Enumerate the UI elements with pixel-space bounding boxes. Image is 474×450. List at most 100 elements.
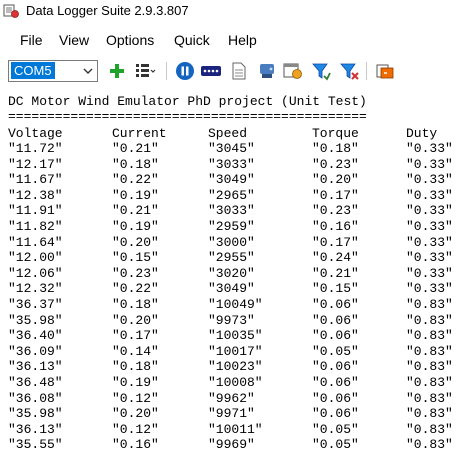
log-row: "36.08" "0.12" "9962" "0.06" "0.83" xyxy=(6,391,472,406)
cell-duty: "0.33" xyxy=(406,265,453,281)
cell-speed: "3049" xyxy=(208,281,255,297)
log-output[interactable]: DC Motor Wind Emulator PhD project (Unit… xyxy=(6,94,472,450)
cell-current: "0.21" xyxy=(112,203,159,219)
log-row: "36.13" "0.12" "10011" "0.05" "0.83" xyxy=(6,422,472,437)
chevron-down-icon[interactable] xyxy=(78,61,97,81)
cell-torque: "0.16" xyxy=(312,219,359,234)
log-row: "35.98" "0.20" "9971" "0.06" "0.83" xyxy=(6,406,472,421)
cell-torque: "0.23" xyxy=(312,156,359,172)
port-icon[interactable] xyxy=(200,60,222,82)
cell-current: "0.12" xyxy=(112,390,159,406)
log-header-row: Voltage Current Speed Torque Duty xyxy=(6,126,472,141)
column-header-voltage: Voltage xyxy=(8,126,63,141)
cell-torque: "0.21" xyxy=(312,265,359,281)
cell-torque: "0.20" xyxy=(312,172,359,188)
cell-voltage: "11.64" xyxy=(8,234,63,250)
filter-remove-icon[interactable] xyxy=(338,60,360,82)
cell-duty: "0.83" xyxy=(406,421,453,437)
add-icon[interactable] xyxy=(106,60,128,82)
cell-voltage: "36.48" xyxy=(8,375,63,390)
cell-duty: "0.33" xyxy=(406,281,453,297)
menu-options[interactable]: Options xyxy=(106,32,154,48)
cell-voltage: "12.00" xyxy=(8,250,63,266)
cell-speed: "3000" xyxy=(208,234,255,250)
cell-current: "0.19" xyxy=(112,219,159,234)
cell-voltage: "11.91" xyxy=(8,203,63,219)
cell-duty: "0.83" xyxy=(406,328,453,344)
export-icon[interactable] xyxy=(374,60,396,82)
cell-current: "0.22" xyxy=(112,172,159,188)
cell-current: "0.14" xyxy=(112,343,159,359)
app-logo-icon xyxy=(3,3,19,19)
cell-duty: "0.83" xyxy=(406,343,453,359)
cell-voltage: "35.98" xyxy=(8,312,63,328)
log-separator: ========================================… xyxy=(8,109,367,124)
cell-voltage: "35.98" xyxy=(8,406,63,422)
cell-duty: "0.83" xyxy=(406,406,453,422)
cell-speed: "3033" xyxy=(208,203,255,219)
cell-voltage: "36.37" xyxy=(8,297,63,312)
cell-speed: "9962" xyxy=(208,390,255,406)
menu-view[interactable]: View xyxy=(59,32,89,48)
cell-speed: "10017" xyxy=(208,343,263,359)
toolbar: COM5 xyxy=(0,58,474,86)
cell-duty: "0.33" xyxy=(406,141,453,156)
cell-current: "0.20" xyxy=(112,312,159,328)
cell-torque: "0.05" xyxy=(312,437,359,450)
cell-speed: "3049" xyxy=(208,172,255,188)
window-title: Data Logger Suite 2.9.3.807 xyxy=(26,3,189,18)
cell-torque: "0.06" xyxy=(312,359,359,375)
cell-speed: "9973" xyxy=(208,312,255,328)
pause-icon[interactable] xyxy=(174,60,196,82)
log-row: "12.38" "0.19" "2965" "0.17" "0.33" xyxy=(6,188,472,203)
toolbar-separator xyxy=(166,62,167,80)
menu-help[interactable]: Help xyxy=(228,32,257,48)
cell-current: "0.18" xyxy=(112,359,159,375)
log-row: "35.55" "0.16" "9969" "0.05" "0.83" xyxy=(6,437,472,450)
file-icon[interactable] xyxy=(228,60,250,82)
list-icon[interactable] xyxy=(134,60,156,82)
cell-torque: "0.24" xyxy=(312,250,359,266)
log-row: "36.40" "0.17" "10035" "0.06" "0.83" xyxy=(6,328,472,343)
cell-voltage: "36.13" xyxy=(8,359,63,375)
cell-speed: "2959" xyxy=(208,219,255,234)
cell-duty: "0.33" xyxy=(406,172,453,188)
cell-voltage: "36.13" xyxy=(8,421,63,437)
cell-torque: "0.06" xyxy=(312,375,359,390)
cell-duty: "0.33" xyxy=(406,203,453,219)
cell-voltage: "12.32" xyxy=(8,281,63,297)
cell-voltage: "12.17" xyxy=(8,156,63,172)
menu-quick[interactable]: Quick xyxy=(174,32,210,48)
log-row: "36.48" "0.19" "10008" "0.06" "0.83" xyxy=(6,375,472,390)
calendar-icon[interactable] xyxy=(282,60,304,82)
cell-current: "0.21" xyxy=(112,141,159,156)
cell-speed: "10049" xyxy=(208,297,263,312)
log-row: "12.00" "0.15" "2955" "0.24" "0.33" xyxy=(6,250,472,265)
cell-torque: "0.18" xyxy=(312,141,359,156)
cell-current: "0.19" xyxy=(112,187,159,203)
cell-torque: "0.05" xyxy=(312,421,359,437)
cell-speed: "10011" xyxy=(208,421,263,437)
cell-torque: "0.05" xyxy=(312,343,359,359)
log-row: "11.82" "0.19" "2959" "0.16" "0.33" xyxy=(6,219,472,234)
log-row: "12.06" "0.23" "3020" "0.21" "0.33" xyxy=(6,266,472,281)
menu-file[interactable]: File xyxy=(20,32,43,48)
cell-current: "0.22" xyxy=(112,281,159,297)
cell-speed: "10008" xyxy=(208,375,263,390)
filter-icon[interactable] xyxy=(310,60,332,82)
title-bar: Data Logger Suite 2.9.3.807 xyxy=(0,0,474,22)
cell-speed: "9969" xyxy=(208,437,255,450)
drive-icon[interactable] xyxy=(256,60,278,82)
cell-torque: "0.06" xyxy=(312,390,359,406)
cell-current: "0.16" xyxy=(112,437,159,450)
log-row: "12.17" "0.18" "3033" "0.23" "0.33" xyxy=(6,157,472,172)
port-select[interactable]: COM5 xyxy=(8,60,98,82)
log-row: "11.91" "0.21" "3033" "0.23" "0.33" xyxy=(6,203,472,218)
menu-bar: File View Options Quick Help xyxy=(0,30,474,52)
cell-voltage: "35.55" xyxy=(8,437,63,450)
cell-speed: "3033" xyxy=(208,156,255,172)
cell-current: "0.23" xyxy=(112,265,159,281)
cell-duty: "0.83" xyxy=(406,312,453,328)
cell-current: "0.12" xyxy=(112,421,159,437)
toolbar-separator xyxy=(366,62,367,80)
